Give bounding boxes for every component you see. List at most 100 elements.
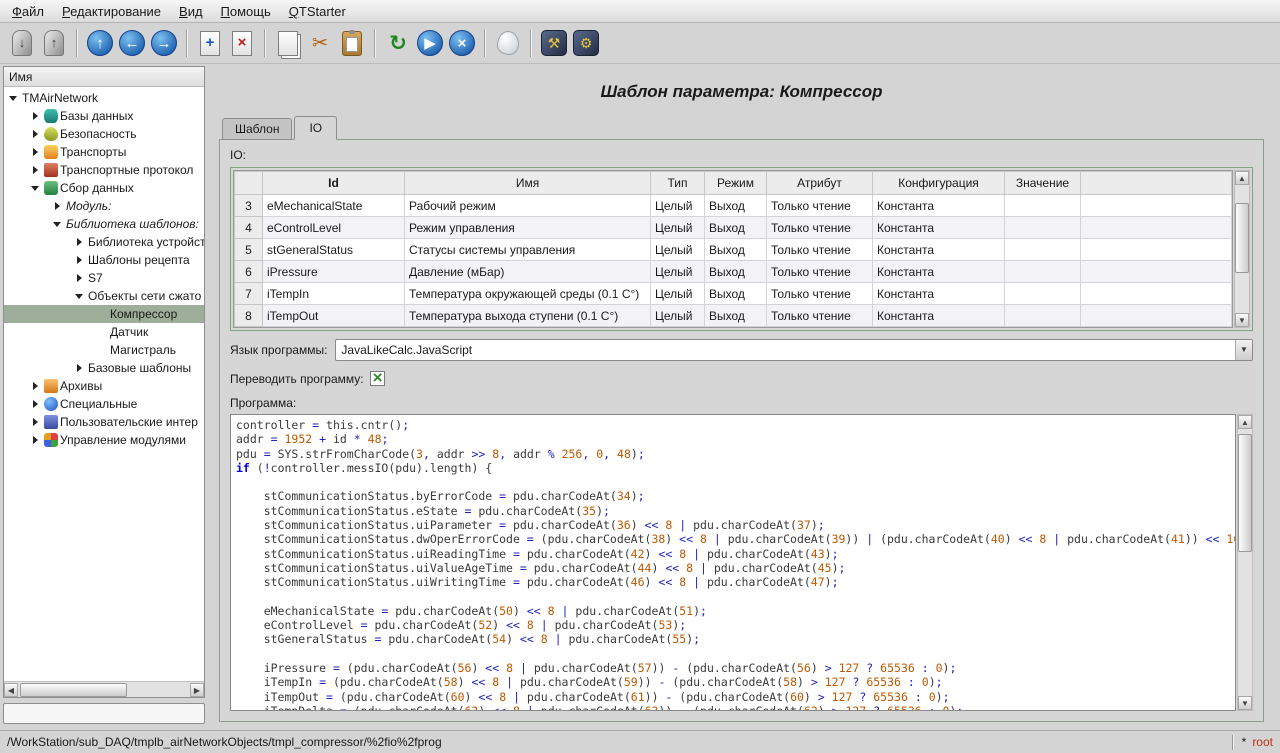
cell-name[interactable]: Режим управления (405, 217, 651, 239)
scroll-down-icon[interactable]: ▼ (1238, 696, 1252, 710)
go-up-button[interactable]: ↑ (84, 27, 116, 59)
cell-mode[interactable]: Выход (705, 195, 767, 217)
cell-value[interactable] (1005, 283, 1081, 305)
expand-arrow-icon[interactable] (52, 200, 64, 212)
collapse-arrow-icon[interactable] (8, 92, 20, 104)
io-table-row[interactable]: 4 eControlLevel Режим управления Целый В… (235, 217, 1232, 239)
cell-value[interactable] (1005, 261, 1081, 283)
tree-item-databases[interactable]: Базы данных (4, 107, 204, 125)
tree-horizontal-scrollbar[interactable]: ◀ ▶ (4, 681, 204, 697)
cell-type[interactable]: Целый (651, 305, 705, 327)
cell-configuration[interactable]: Константа (873, 239, 1005, 261)
menu-item-view[interactable]: Вид (170, 0, 212, 22)
cell-type[interactable]: Целый (651, 283, 705, 305)
tree-item-air-network-objects[interactable]: Объекты сети сжато (4, 287, 204, 305)
tree-item-module[interactable]: Модуль: (4, 197, 204, 215)
cell-name[interactable]: Температура окружающей среды (0.1 C°) (405, 283, 651, 305)
expand-arrow-icon[interactable] (30, 416, 42, 428)
menu-item-file[interactable]: Файл (3, 0, 53, 22)
cell-attribute[interactable]: Только чтение (767, 217, 873, 239)
program-code-editor[interactable]: controller = this.cntr(); addr = 1952 + … (230, 414, 1236, 711)
load-from-db-button[interactable]: ↓ (6, 27, 38, 59)
menu-item-edit[interactable]: Редактирование (53, 0, 170, 22)
cell-name[interactable]: Давление (мБар) (405, 261, 651, 283)
col-header-name[interactable]: Имя (405, 172, 651, 195)
cell-type[interactable]: Целый (651, 261, 705, 283)
scrollbar-thumb[interactable] (1238, 434, 1252, 551)
go-back-button[interactable]: ← (116, 27, 148, 59)
expand-arrow-icon[interactable] (74, 362, 86, 374)
col-header-id[interactable]: Id (263, 172, 405, 195)
expand-arrow-icon[interactable] (30, 110, 42, 122)
tree-item-daq[interactable]: Сбор данных (4, 179, 204, 197)
cell-configuration[interactable]: Константа (873, 283, 1005, 305)
refresh-button[interactable]: ↻ (382, 27, 414, 59)
navigation-tree[interactable]: TMAirNetwork Базы данных Безопасность Тр… (4, 87, 204, 681)
scroll-up-icon[interactable]: ▲ (1238, 415, 1252, 429)
cell-id[interactable]: iTempOut (263, 305, 405, 327)
cell-type[interactable]: Целый (651, 195, 705, 217)
expand-arrow-icon[interactable] (30, 128, 42, 140)
tree-item-transports[interactable]: Транспорты (4, 143, 204, 161)
editor-vertical-scrollbar[interactable]: ▲ ▼ (1237, 414, 1253, 711)
tree-column-header[interactable]: Имя (4, 67, 204, 87)
io-table-row[interactable]: 5 stGeneralStatus Статусы системы управл… (235, 239, 1232, 261)
cell-id[interactable]: iPressure (263, 261, 405, 283)
tree-item-s7[interactable]: S7 (4, 269, 204, 287)
cell-id[interactable]: eMechanicalState (263, 195, 405, 217)
scroll-left-icon[interactable]: ◀ (4, 683, 18, 697)
cell-id[interactable]: iTempIn (263, 283, 405, 305)
clean-button[interactable] (492, 27, 524, 59)
scrollbar-thumb[interactable] (20, 683, 127, 697)
scroll-right-icon[interactable]: ▶ (190, 683, 204, 697)
tree-item-base-templates[interactable]: Базовые шаблоны (4, 359, 204, 377)
program-language-combobox[interactable]: JavaLikeCalc.JavaScript ▼ (335, 339, 1253, 361)
scrollbar-thumb[interactable] (1235, 203, 1249, 273)
copy-item-button[interactable] (272, 27, 304, 59)
expand-arrow-icon[interactable] (30, 380, 42, 392)
expand-arrow-icon[interactable] (74, 236, 86, 248)
io-table-row[interactable]: 6 iPressure Давление (мБар) Целый Выход … (235, 261, 1232, 283)
col-header-rownum[interactable] (235, 172, 263, 195)
col-header-mode[interactable]: Режим (705, 172, 767, 195)
go-forward-button[interactable]: → (148, 27, 180, 59)
col-header-configuration[interactable]: Конфигурация (873, 172, 1005, 195)
col-header-type[interactable]: Тип (651, 172, 705, 195)
start-update-button[interactable]: ▶ (414, 27, 446, 59)
cell-attribute[interactable]: Только чтение (767, 239, 873, 261)
io-table-row[interactable]: 7 iTempIn Температура окружающей среды (… (235, 283, 1232, 305)
paste-item-button[interactable] (336, 27, 368, 59)
io-table[interactable]: Id Имя Тип Режим Атрибут Конфигурация Зн… (233, 170, 1233, 328)
scroll-up-icon[interactable]: ▲ (1235, 171, 1249, 185)
table-vertical-scrollbar[interactable]: ▲ ▼ (1234, 170, 1250, 328)
qtstarter-config-button[interactable]: ⚙ (570, 27, 602, 59)
expand-arrow-icon[interactable] (30, 434, 42, 446)
cell-value[interactable] (1005, 217, 1081, 239)
tab-template[interactable]: Шаблон (222, 118, 292, 140)
cell-mode[interactable]: Выход (705, 217, 767, 239)
expand-arrow-icon[interactable] (74, 254, 86, 266)
expand-arrow-icon[interactable] (30, 146, 42, 158)
cell-configuration[interactable]: Константа (873, 195, 1005, 217)
chevron-down-icon[interactable]: ▼ (1235, 340, 1252, 360)
tree-item-security[interactable]: Безопасность (4, 125, 204, 143)
tree-item-tmairnetwork[interactable]: TMAirNetwork (4, 89, 204, 107)
delete-item-button[interactable]: × (226, 27, 258, 59)
stop-update-button[interactable]: × (446, 27, 478, 59)
cell-configuration[interactable]: Константа (873, 261, 1005, 283)
tree-item-recipe-templates[interactable]: Шаблоны рецепта (4, 251, 204, 269)
cut-item-button[interactable]: ✂ (304, 27, 336, 59)
tree-item-protocols[interactable]: Транспортные протокол (4, 161, 204, 179)
tree-item-device-lib[interactable]: Библиотека устройст (4, 233, 204, 251)
menu-item-help[interactable]: Помощь (212, 0, 280, 22)
cell-attribute[interactable]: Только чтение (767, 195, 873, 217)
cell-configuration[interactable]: Константа (873, 217, 1005, 239)
cell-value[interactable] (1005, 305, 1081, 327)
cell-mode[interactable]: Выход (705, 239, 767, 261)
io-table-row[interactable]: 8 iTempOut Температура выхода ступени (0… (235, 305, 1232, 327)
cell-id[interactable]: stGeneralStatus (263, 239, 405, 261)
cell-attribute[interactable]: Только чтение (767, 261, 873, 283)
col-header-value[interactable]: Значение (1005, 172, 1081, 195)
collapse-arrow-icon[interactable] (74, 290, 86, 302)
col-header-attribute[interactable]: Атрибут (767, 172, 873, 195)
